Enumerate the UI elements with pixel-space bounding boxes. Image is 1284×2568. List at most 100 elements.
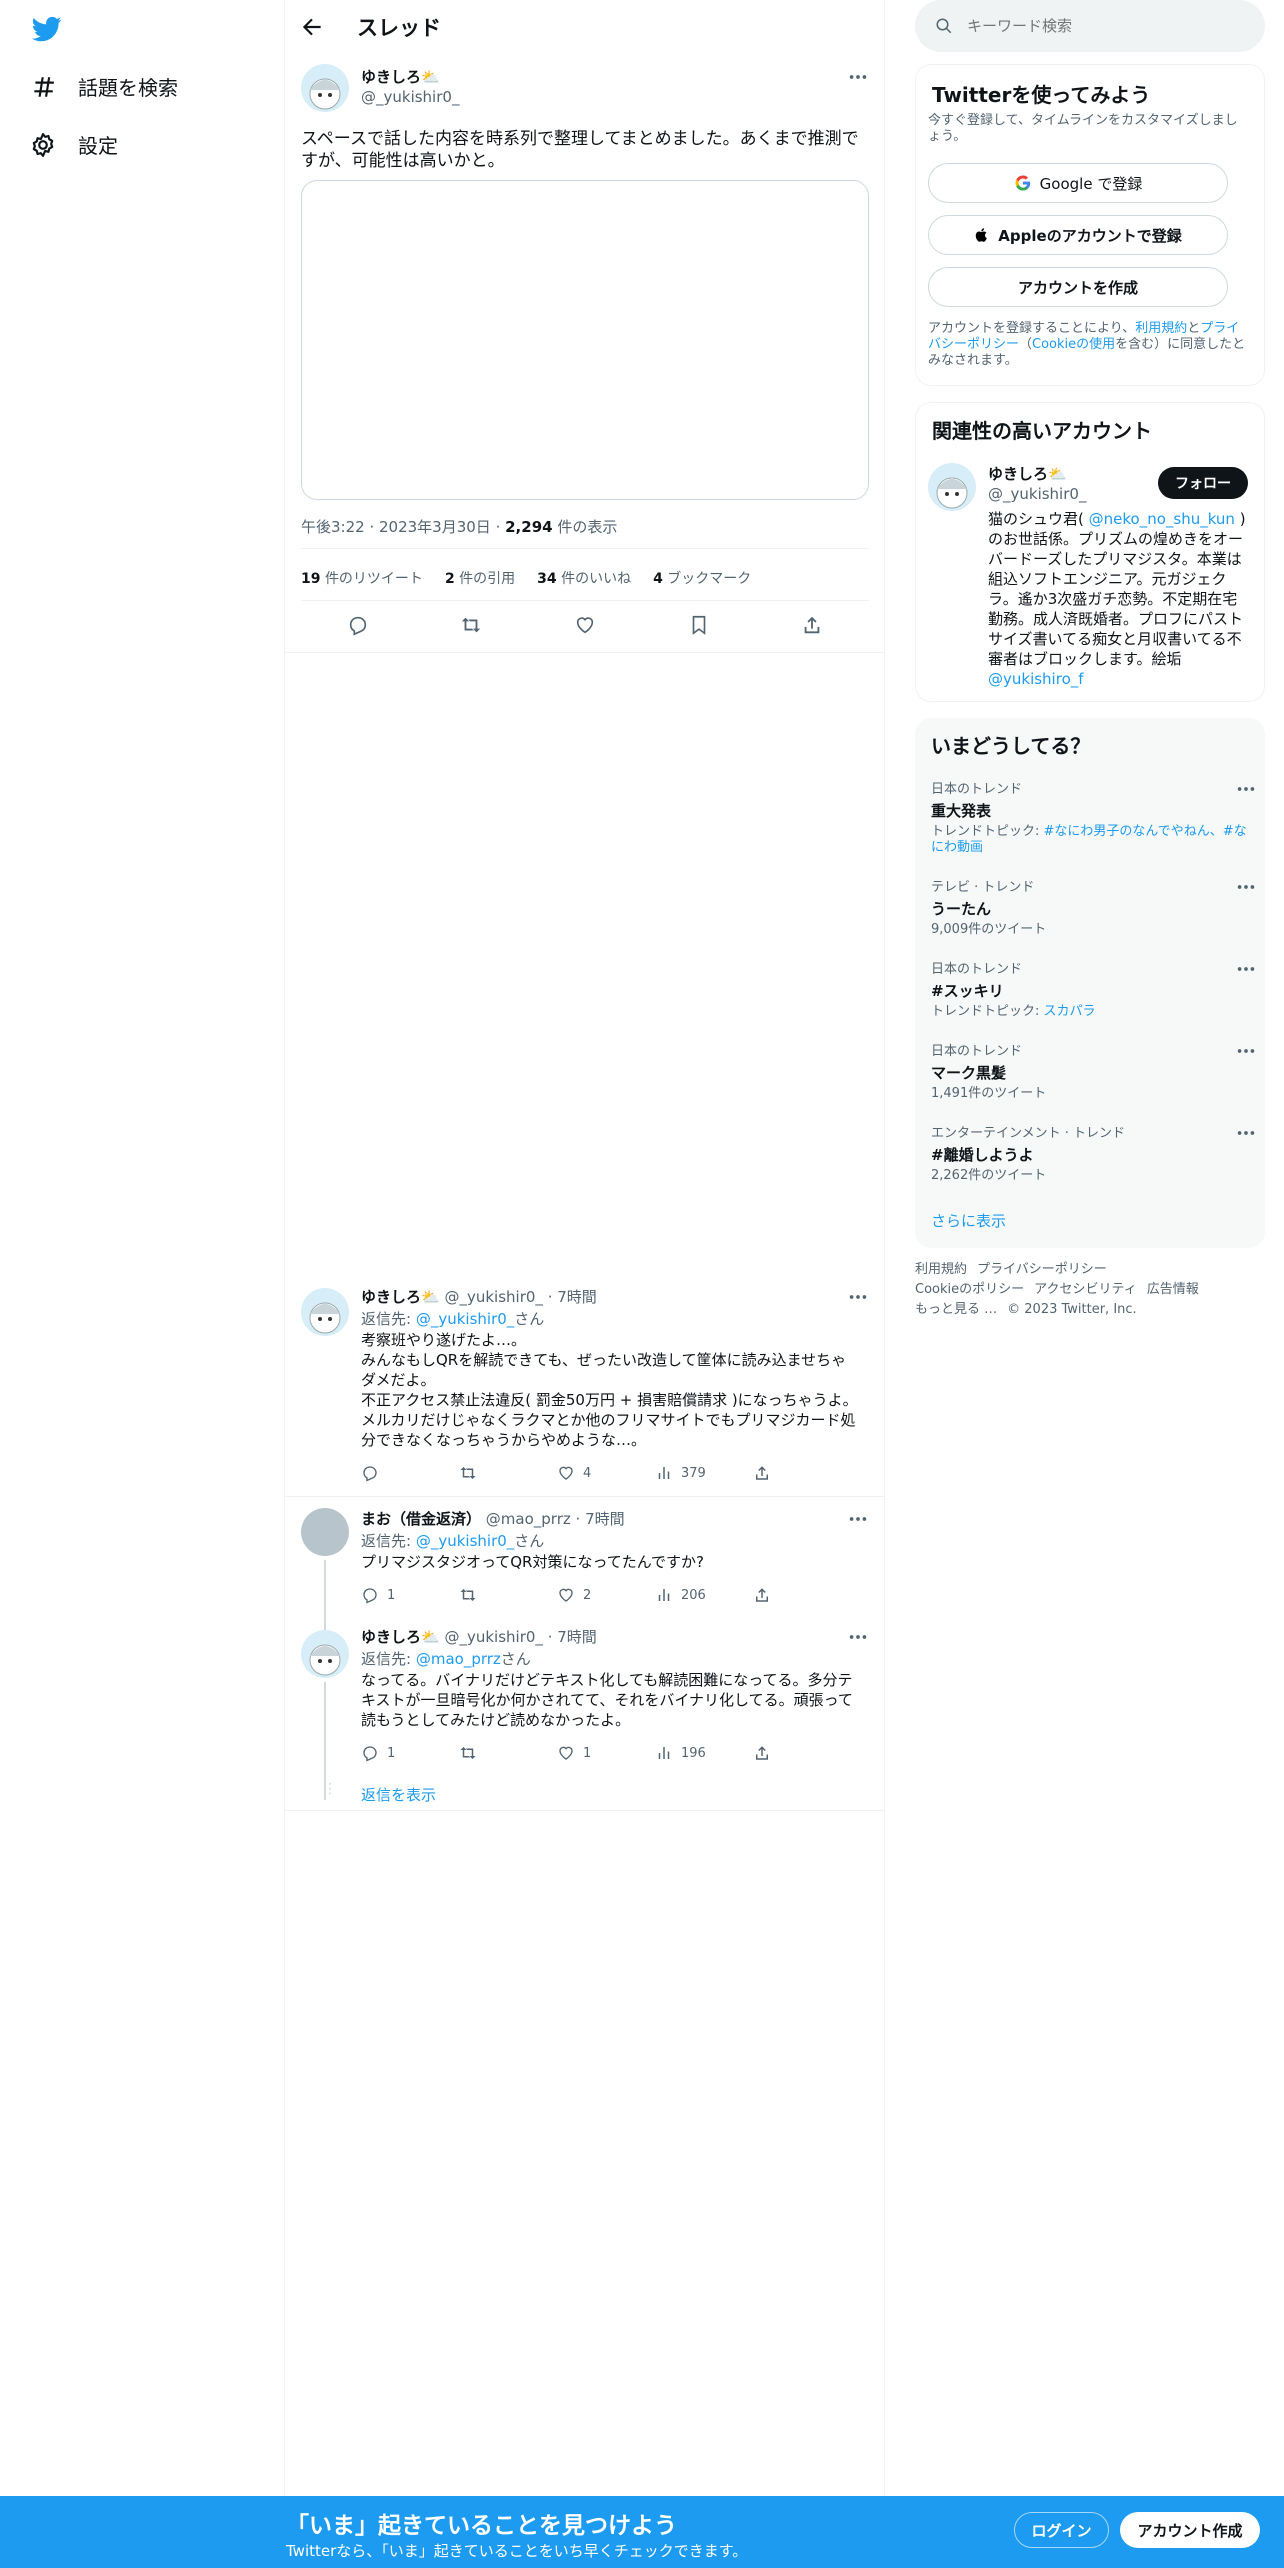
login-button[interactable]: ログイン [1014,2512,1109,2548]
footer-link[interactable]: 利用規約 [915,1262,967,1277]
views-button[interactable]: 379 [655,1464,753,1482]
avatar[interactable] [301,1508,349,1556]
tweet-media[interactable] [301,180,869,500]
bottom-bar-subtitle: Twitterなら、「いま」起きていることをいち早くチェックできます。 [286,2542,748,2560]
create-account-button[interactable]: アカウントを作成 [928,267,1228,307]
share-button[interactable] [753,1744,851,1762]
retweet-button[interactable] [459,1464,557,1482]
footer-more-link[interactable]: もっと見る … [915,1302,997,1317]
related-title: 関連性の高いアカウント [932,419,1152,443]
reply-time[interactable]: 7時間 [585,1510,625,1528]
reply-author-handle[interactable]: @_yukishir0_ [444,1288,542,1306]
like-heart-icon[interactable] [574,614,596,636]
google-signup-button[interactable]: Google で登録 [928,163,1228,203]
more-options-icon[interactable] [1235,958,1257,980]
more-options-icon[interactable] [1235,778,1257,800]
like-button[interactable]: 1 [557,1744,655,1762]
reply-to-link[interactable]: @_yukishir0_ [416,1532,514,1550]
more-options-icon[interactable] [847,66,869,88]
footer-link[interactable]: 広告情報 [1147,1282,1199,1297]
apple-signup-button[interactable]: Appleのアカウントで登録 [928,215,1228,255]
share-button[interactable] [753,1464,851,1482]
views-button[interactable]: 206 [655,1586,753,1604]
bio-link[interactable]: @yukishiro_f [988,670,1084,688]
bio-link[interactable]: @neko_no_shu_kun [1089,510,1235,528]
reply-author-handle[interactable]: @_yukishir0_ [444,1628,542,1646]
bottom-signup-bar: 「いま」起きていることを見つけよう Twitterなら、「いま」起きていることを… [0,2496,1284,2568]
divider [285,1810,885,1811]
likes-stat[interactable]: 34 件のいいね [537,568,631,588]
author-name[interactable]: ゆきしろ⛅ [361,66,440,87]
reply-button[interactable]: 1 [361,1586,459,1604]
terms-link[interactable]: 利用規約 [1135,321,1187,336]
follow-button[interactable]: フォロー [1158,467,1248,499]
related-handle[interactable]: @_yukishir0_ [988,485,1086,503]
more-options-icon[interactable] [847,1508,869,1530]
reply-time[interactable]: 7時間 [557,1288,597,1306]
avatar[interactable] [301,1630,349,1678]
reply-to-link[interactable]: @mao_prrz [416,1650,501,1668]
reply-text: なってる。バイナリだけどテキスト化しても解読困難になってる。多分テキストが一旦暗… [361,1671,853,1729]
more-options-icon[interactable] [1235,1040,1257,1062]
back-arrow-icon[interactable] [299,14,325,40]
like-button[interactable]: 4 [557,1464,655,1482]
reply-author-name[interactable]: まお（借金返済） [361,1510,481,1528]
retweet-button[interactable] [459,1586,557,1604]
trend-topic-link[interactable]: スカパラ [1044,1004,1096,1019]
trend-item[interactable]: 日本のトレンド 重大発表 トレンドトピック: #なにわ男子のなんでやねん、#なに… [931,778,1255,856]
search-box[interactable] [915,0,1265,52]
thread-header: スレッド [285,0,885,54]
share-button[interactable] [753,1586,851,1604]
reply-author-name[interactable]: ゆきしろ⛅ [361,1628,440,1646]
retweet-button[interactable] [459,1744,557,1762]
search-input[interactable] [967,17,1227,35]
reply-button[interactable]: 1 [361,1744,459,1762]
retweets-stat[interactable]: 19 件のリツイート [301,568,423,588]
retweet-icon[interactable] [460,614,482,636]
twitter-logo-icon[interactable] [30,14,64,44]
reply-to-link[interactable]: @_yukishir0_ [416,1310,514,1328]
more-options-icon[interactable] [1235,1122,1257,1144]
reply-button[interactable] [361,1464,459,1482]
reply-actions: 4 379 [361,1464,851,1482]
share-icon[interactable] [801,614,823,636]
signup-button[interactable]: アカウント作成 [1120,2512,1260,2548]
trends-title: いまどうしてる？ [931,734,1091,758]
avatar[interactable] [301,64,349,112]
avatar-image [301,1288,349,1336]
trend-item[interactable]: テレビ · トレンド うーたん 9,009件のツイート [931,876,1255,938]
avatar[interactable] [928,463,976,511]
trend-item[interactable]: エンターテインメント · トレンド #離婚しようよ 2,262件のツイート [931,1122,1255,1184]
nav-explore[interactable]: 話題を検索 [30,72,178,101]
show-replies-link[interactable]: 返信を表示 [361,1784,436,1805]
footer-link[interactable]: プライバシーポリシー [977,1262,1107,1277]
views-button[interactable]: 196 [655,1744,753,1762]
bottom-bar-title: 「いま」起きていることを見つけよう [286,2513,677,2539]
tweet-time[interactable]: 午後3:22 [301,518,365,536]
quotes-stat[interactable]: 2 件の引用 [445,568,515,588]
reply-icon[interactable] [347,614,369,636]
share-icon [756,1746,768,1760]
author-handle[interactable]: @_yukishir0_ [361,88,459,106]
reply-author-name[interactable]: ゆきしろ⛅ [361,1288,440,1306]
related-name[interactable]: ゆきしろ⛅ [988,463,1067,484]
more-options-icon[interactable] [847,1626,869,1648]
show-more-trends-link[interactable]: さらに表示 [931,1210,1006,1231]
avatar[interactable] [301,1288,349,1336]
tweet-date[interactable]: 2023年3月30日 [379,518,491,536]
reply-author-handle[interactable]: @mao_prrz [486,1510,571,1528]
bookmarks-stat[interactable]: 4 ブックマーク [653,568,751,588]
cookie-link[interactable]: Cookieの使用 [1032,337,1115,352]
footer-link[interactable]: アクセシビリティ [1034,1282,1137,1297]
more-options-icon[interactable] [847,1286,869,1308]
like-heart-icon [559,1746,573,1760]
bookmark-icon[interactable] [688,614,710,636]
nav-settings[interactable]: 設定 [30,130,118,159]
related-accounts-card: 関連性の高いアカウント ゆきしろ⛅ @_yukishir0_ フォロー 猫のシュ… [915,402,1265,702]
more-options-icon[interactable] [1235,876,1257,898]
trend-item[interactable]: 日本のトレンド #スッキリ トレンドトピック: スカパラ [931,958,1255,1020]
reply-time[interactable]: 7時間 [557,1628,597,1646]
footer-link[interactable]: Cookieのポリシー [915,1282,1024,1297]
trend-item[interactable]: 日本のトレンド マーク黒髪 1,491件のツイート [931,1040,1255,1102]
like-button[interactable]: 2 [557,1586,655,1604]
